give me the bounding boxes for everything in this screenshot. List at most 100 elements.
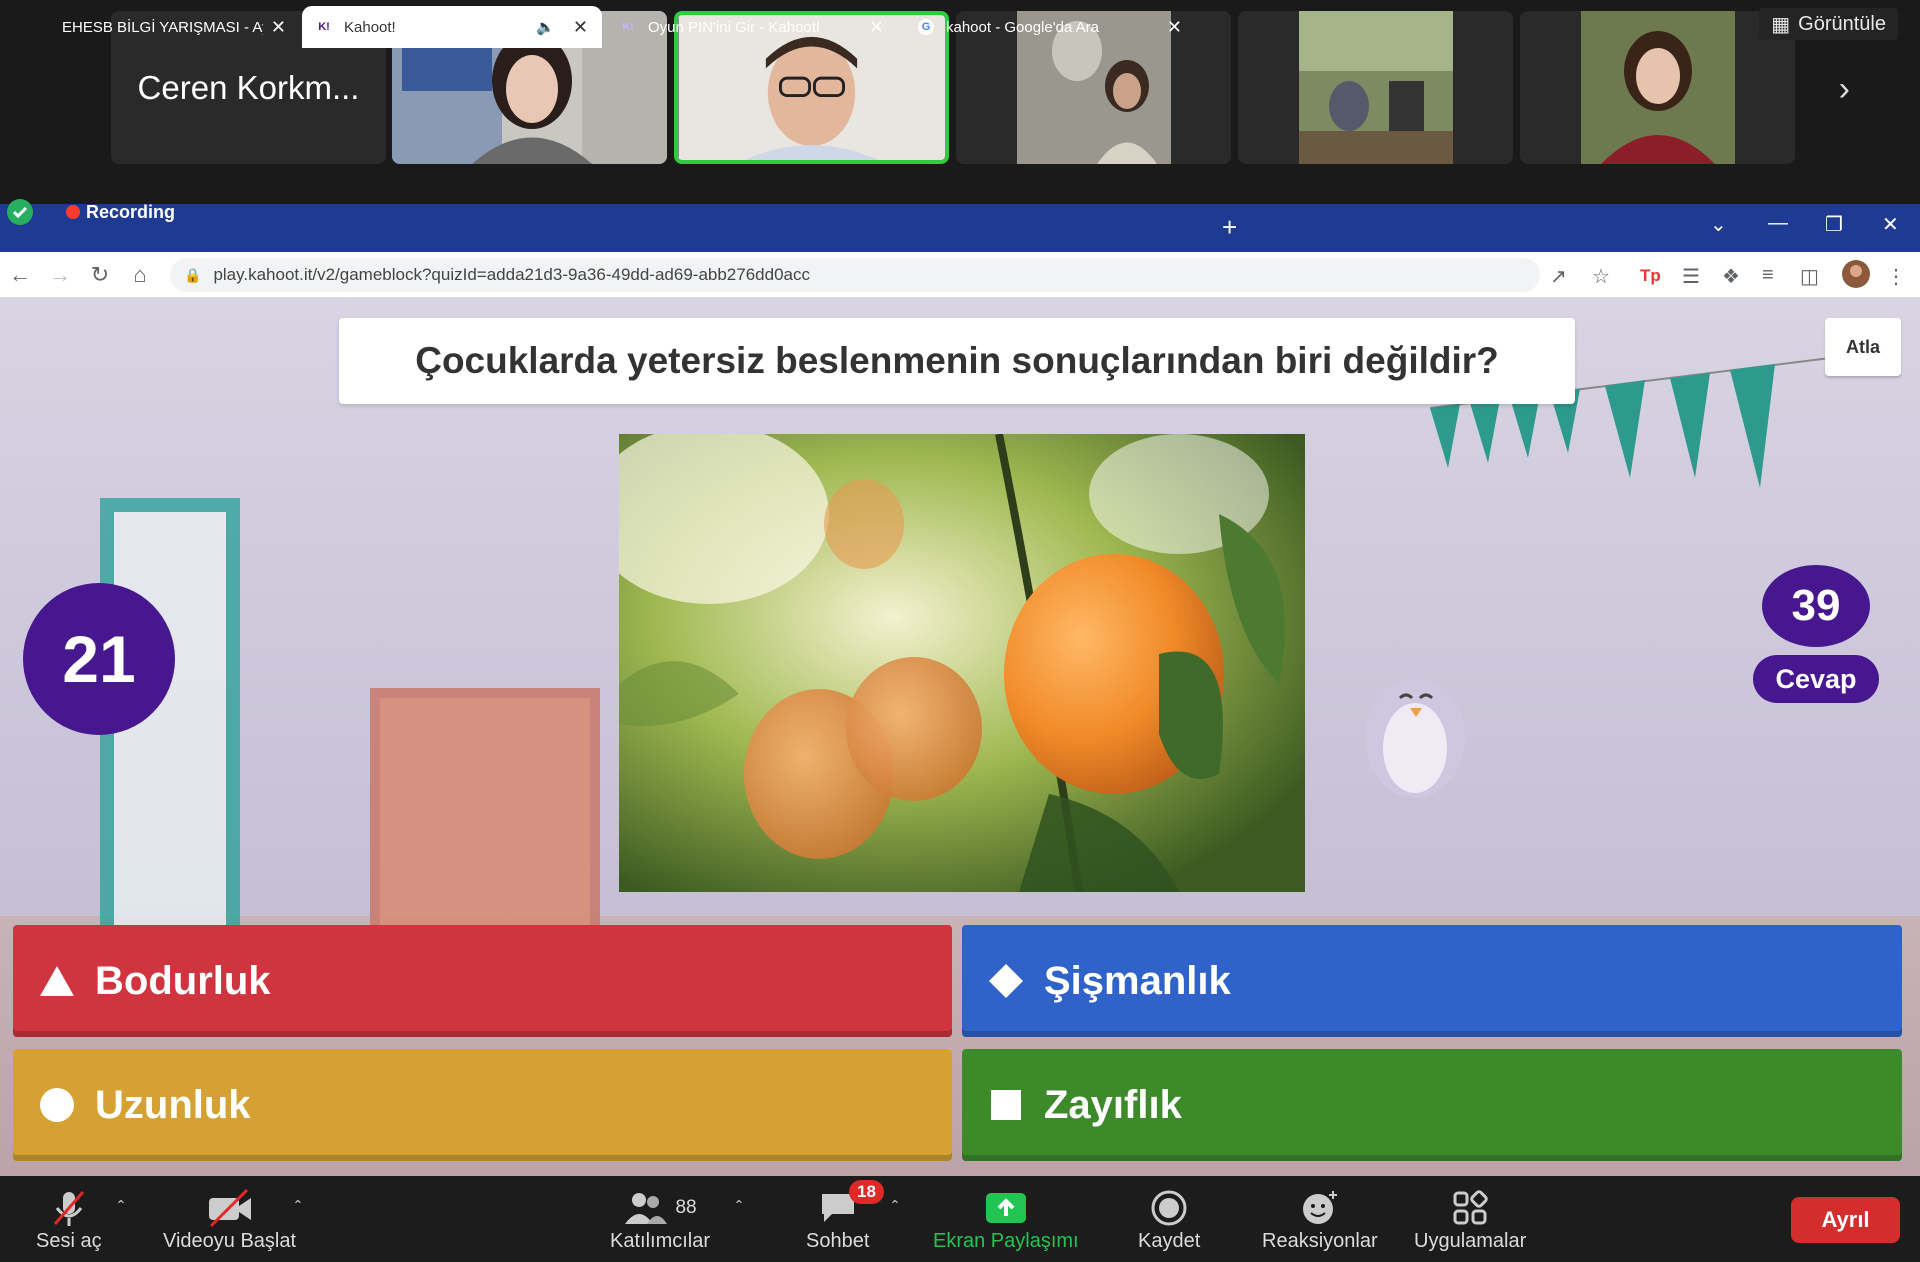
square-icon: [988, 1087, 1024, 1123]
share-screen-label: Ekran Paylaşımı: [933, 1230, 1079, 1252]
side-panel-icon[interactable]: ◫: [1800, 264, 1819, 289]
grid-icon: ▦: [1771, 13, 1791, 36]
reading-list-icon[interactable]: ≡: [1762, 264, 1774, 287]
tab-label: Oyun PIN'ini Gir - Kahoot!: [648, 18, 821, 36]
answer-option-red[interactable]: Bodurluk: [13, 925, 952, 1037]
answer-option-blue[interactable]: Şişmanlık: [962, 925, 1902, 1037]
forward-arrow-icon[interactable]: →: [46, 262, 74, 288]
browser-tab-bar: [0, 204, 1920, 252]
share-screen-icon: [985, 1186, 1027, 1230]
window-close-icon[interactable]: ✕: [1882, 212, 1899, 237]
chevron-up-icon[interactable]: ˆ: [118, 1198, 124, 1219]
new-tab-plus-icon[interactable]: +: [1222, 212, 1237, 243]
browser-tab[interactable]: EHESB BİLGİ YARIŞMASI - Ayrıntıl ✕: [30, 6, 300, 48]
reload-icon[interactable]: ↻: [86, 262, 114, 288]
shield-check-icon: [0, 197, 40, 227]
start-video-label: Videoyu Başlat: [163, 1230, 297, 1252]
puzzle-extensions-icon[interactable]: ❖: [1722, 264, 1740, 289]
start-video-button[interactable]: Videoyu Başlat: [163, 1186, 296, 1253]
google-icon: G: [918, 19, 934, 35]
recording-label: Recording: [86, 201, 176, 222]
back-arrow-icon[interactable]: ←: [6, 262, 34, 288]
share-icon[interactable]: ↗: [1550, 264, 1567, 289]
kahoot-icon: K!: [318, 21, 330, 33]
restore-icon[interactable]: ❐: [1825, 212, 1843, 237]
countdown-timer: 21: [23, 583, 175, 735]
record-button[interactable]: Kaydet: [1138, 1186, 1200, 1253]
recording-indicator: Recording: [0, 198, 175, 226]
answer-count-label: Cevap: [1753, 655, 1879, 703]
chat-unread-badge: 18: [849, 1180, 884, 1204]
diamond-icon: [988, 963, 1024, 999]
participants-count: 88: [675, 1197, 697, 1218]
url-text: play.kahoot.it/v2/gameblock?quizId=adda2…: [213, 265, 810, 284]
answer-count: 39: [1762, 565, 1870, 647]
kahoot-icon: K!: [622, 21, 634, 33]
tab-label: Kahoot!: [344, 18, 396, 36]
participant-photo-tile[interactable]: [1520, 11, 1795, 164]
tab-label: EHESB BİLGİ YARIŞMASI - Ayrıntıl: [62, 18, 263, 36]
apps-label: Uygulamalar: [1414, 1230, 1527, 1252]
url-field[interactable]: 🔒 play.kahoot.it/v2/gameblock?quizId=add…: [170, 258, 1540, 292]
participants-button[interactable]: 88 Katılımcılar: [610, 1186, 710, 1253]
star-icon[interactable]: ☆: [1592, 264, 1610, 289]
participant-name: Ceren Korkm...: [137, 68, 360, 106]
chevron-up-icon[interactable]: ˆ: [736, 1198, 742, 1219]
zoom-toolbar: Sesi aç ˆ Videoyu Başlat ˆ 88 Katılımcıl…: [0, 1176, 1920, 1262]
home-icon[interactable]: ⌂: [126, 262, 154, 288]
recording-dot-icon: [66, 205, 80, 219]
browser-tab[interactable]: K! Oyun PIN'ini Gir - Kahoot! ✕: [606, 6, 898, 48]
answer-text: Bodurluk: [95, 958, 271, 1003]
tab-label: kahoot - Google'da Ara: [946, 18, 1099, 36]
view-label: Görüntüle: [1798, 12, 1886, 35]
smiley-plus-icon: [1300, 1186, 1340, 1230]
camera-off-icon: [207, 1186, 253, 1230]
answer-option-green[interactable]: Zayıflık: [962, 1049, 1902, 1161]
apps-icon: [1452, 1186, 1488, 1230]
profile-avatar[interactable]: [1842, 260, 1870, 294]
close-icon[interactable]: ✕: [869, 17, 884, 38]
chevron-up-icon[interactable]: ˆ: [295, 1198, 301, 1219]
penguin-decoration: [1365, 678, 1465, 798]
view-button[interactable]: ▦ Görüntüle: [1759, 8, 1898, 40]
speaker-icon[interactable]: 🔈: [536, 18, 555, 36]
close-icon[interactable]: ✕: [1167, 17, 1182, 38]
menu-kebab-icon[interactable]: ⋮: [1886, 264, 1906, 289]
question-image: [619, 434, 1305, 892]
participants-icon: 88: [623, 1186, 697, 1230]
participant-photo: [1298, 11, 1453, 164]
address-bar: ← → ↻ ⌂ 🔒 play.kahoot.it/v2/gameblock?qu…: [0, 252, 1920, 298]
browser-tab[interactable]: G kahoot - Google'da Ara ✕: [904, 6, 1196, 48]
reactions-label: Reaksiyonlar: [1262, 1230, 1378, 1252]
record-icon: [1151, 1186, 1187, 1230]
answer-option-yellow[interactable]: Uzunluk: [13, 1049, 952, 1161]
apps-button[interactable]: Uygulamalar: [1414, 1186, 1526, 1253]
participant-photo-tile[interactable]: [1238, 11, 1513, 164]
answer-text: Şişmanlık: [1044, 958, 1231, 1003]
room-window: [100, 498, 240, 968]
close-icon[interactable]: ✕: [271, 17, 286, 38]
leave-meeting-button[interactable]: Ayrıl: [1791, 1197, 1900, 1243]
tp-extension-icon[interactable]: Tp: [1640, 266, 1661, 286]
close-icon[interactable]: ✕: [573, 17, 588, 38]
tab-search-chevron-icon[interactable]: ⌄: [1710, 212, 1727, 237]
reactions-button[interactable]: Reaksiyonlar: [1262, 1186, 1378, 1253]
circle-icon: [39, 1087, 75, 1123]
unmute-label: Sesi aç: [36, 1230, 102, 1252]
unmute-button[interactable]: Sesi aç: [36, 1186, 102, 1253]
chevron-up-icon[interactable]: ˆ: [892, 1198, 898, 1219]
kahoot-game-area: Çocuklarda yetersiz beslenmenin sonuçlar…: [0, 298, 1920, 1176]
record-label: Kaydet: [1138, 1230, 1201, 1252]
share-screen-button[interactable]: Ekran Paylaşımı: [933, 1186, 1079, 1253]
triangle-icon: [39, 963, 75, 999]
layers-extension-icon[interactable]: ☰: [1682, 264, 1700, 289]
skip-button[interactable]: Atla: [1825, 318, 1901, 376]
participants-label: Katılımcılar: [610, 1230, 711, 1252]
participant-photo: [1580, 11, 1735, 164]
chevron-right-icon[interactable]: ›: [1839, 70, 1850, 109]
microphone-muted-icon: [49, 1186, 89, 1230]
answer-text: Uzunluk: [95, 1082, 251, 1127]
minimize-icon[interactable]: —: [1768, 212, 1788, 235]
browser-tab-active[interactable]: K! Kahoot! 🔈 ✕: [302, 6, 602, 48]
chat-label: Sohbet: [806, 1230, 870, 1252]
